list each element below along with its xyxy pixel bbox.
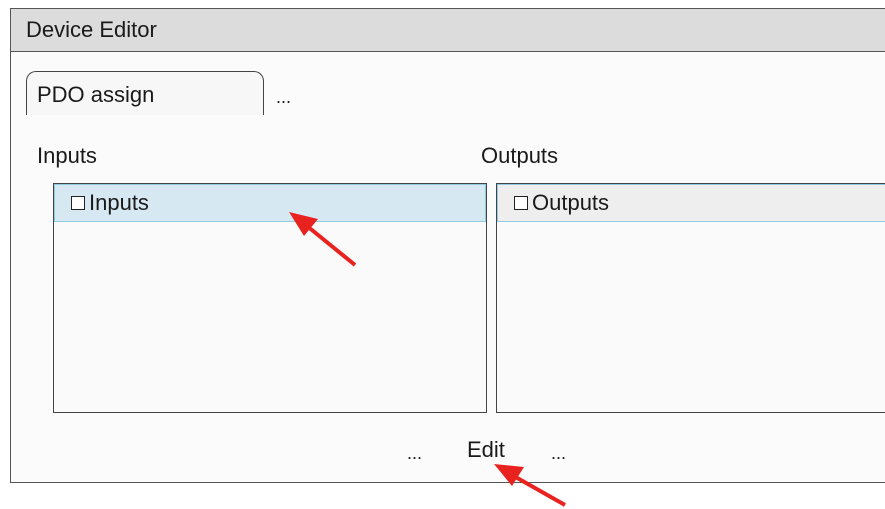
window-title: Device Editor — [26, 17, 157, 42]
edit-button[interactable]: Edit — [467, 437, 505, 463]
inputs-section-label: Inputs — [37, 143, 97, 168]
outputs-checkbox[interactable] — [514, 196, 528, 210]
inputs-item-label: Inputs — [89, 190, 149, 215]
inputs-list-item[interactable]: Inputs — [54, 184, 486, 222]
outputs-section-label: Outputs — [481, 143, 559, 168]
outputs-list[interactable]: Outputs — [496, 183, 885, 413]
tab-more[interactable]: ... — [276, 87, 291, 108]
device-editor-window: Device Editor PDO assign ... Inputs Outp… — [10, 8, 885, 483]
tab-pdo-assign-label: PDO assign — [37, 82, 155, 107]
outputs-item-label: Outputs — [532, 190, 610, 215]
outputs-list-item[interactable]: Outputs — [497, 184, 885, 222]
inputs-list[interactable]: Inputs — [53, 183, 487, 413]
footer-right-ellipsis[interactable]: ... — [551, 443, 566, 464]
window-titlebar: Device Editor — [11, 9, 885, 52]
footer-left-ellipsis[interactable]: ... — [407, 443, 422, 464]
tab-pdo-assign[interactable]: PDO assign — [26, 71, 264, 115]
inputs-checkbox[interactable] — [71, 196, 85, 210]
